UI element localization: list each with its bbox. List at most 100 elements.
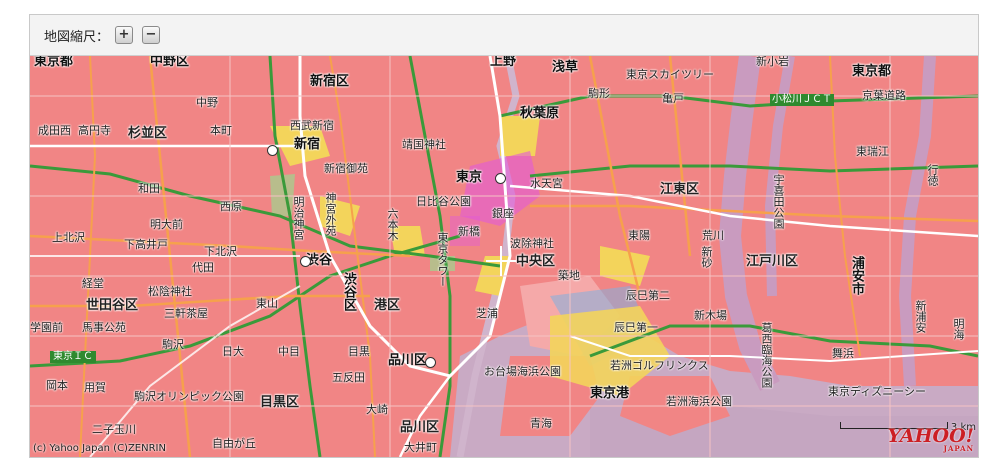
label-jiyugaoka: 自由が丘	[212, 437, 256, 450]
label-namiyoke: 波除神社	[510, 237, 554, 250]
zoom-label: 地図縮尺：	[44, 30, 110, 45]
station-pin-tokyo[interactable]	[495, 173, 506, 184]
label-tsukiji: 築地	[558, 269, 580, 282]
label-wakasu-park: 若洲海浜公園	[666, 395, 732, 408]
label-shoinjinja: 松陰神社	[148, 285, 192, 298]
label-baji-park: 馬事公苑	[82, 321, 126, 334]
label-chuo-ku: 中央区	[516, 254, 556, 269]
label-yoga: 用賀	[84, 381, 106, 394]
label-tokyo-port: 東京港	[590, 386, 630, 401]
label-gakuen: 学園前	[30, 321, 63, 334]
label-tatsumi1: 辰巳第一	[614, 321, 658, 334]
map-widget: 地図縮尺： + − 東京都 中野区 新宿区 中野 西武新宿 高円寺 本町 成田西…	[29, 14, 979, 458]
label-nishihara: 西原	[220, 200, 242, 213]
map-copyright: (c) Yahoo Japan (C)ZENRIN	[33, 443, 166, 454]
zoom-out-button[interactable]: −	[142, 26, 160, 44]
label-sangenjaya: 三軒茶屋	[164, 307, 208, 320]
label-daita: 代田	[192, 261, 214, 274]
label-keiyu: 経堂	[82, 277, 104, 290]
label-futako: 二子玉川	[92, 423, 136, 436]
label-odaiba: お台場海浜公園	[484, 365, 561, 378]
label-setagaya-ku: 世田谷区	[86, 298, 139, 313]
label-komatsugawa-jct: 小松川ＪＣＴ	[770, 94, 834, 106]
label-shin-urayasu: 新浦安	[914, 300, 927, 333]
label-shinbashi: 新橋	[458, 225, 480, 238]
label-meguro-ku: 目黒区	[260, 395, 300, 410]
yahoo-japan-logo[interactable]: YAHOO! JAPAN	[888, 427, 974, 453]
label-gotanda: 五反田	[332, 371, 365, 384]
zoom-in-button[interactable]: +	[115, 26, 133, 44]
label-komazawa: 駒沢	[162, 338, 184, 351]
label-meiji-jingu: 明治神宮	[292, 196, 305, 240]
label-arakawa: 荒川	[702, 229, 724, 242]
label-tokyo-tower: 東京タワー	[436, 232, 449, 287]
label-aomi: 青海	[530, 417, 552, 430]
label-suginami-ku: 杉並区	[128, 126, 168, 141]
label-suitengu: 水天宮	[530, 177, 563, 190]
label-meidaimae: 明大前	[150, 218, 183, 231]
label-tokyo-to-right: 東京都	[852, 64, 892, 79]
label-shinmiyamae: 宇喜田公園	[772, 174, 785, 229]
label-akihabara: 秋葉原	[520, 106, 560, 121]
label-omori: 大崎	[366, 403, 388, 416]
label-shinagawa: 品川区	[388, 353, 428, 368]
label-skytree: 東京スカイツリー	[626, 68, 714, 81]
label-shibuya-ku: 渋谷区	[341, 272, 356, 311]
label-oimachi: 大井町	[404, 441, 437, 454]
label-hibiya-koen: 日比谷公園	[416, 195, 471, 208]
label-tatsumi2: 辰巳第二	[626, 289, 670, 302]
label-shinjuku-gyoen: 新宿御苑	[324, 162, 368, 175]
label-shinagawa-ku: 品川区	[400, 420, 440, 435]
label-nakameguro: 中目	[278, 345, 300, 358]
label-kameido: 亀戸	[662, 92, 684, 105]
label-komagata: 駒形	[588, 87, 610, 100]
label-koenji: 高円寺	[78, 124, 111, 137]
label-kamikitazawa: 上北沢	[52, 231, 85, 244]
label-shibaura: 芝浦	[476, 307, 498, 320]
label-nishi-shinjuku: 西武新宿	[290, 119, 334, 132]
station-pin-shibuya[interactable]	[300, 256, 311, 267]
label-shinjuku-gaien: 神宮外苑	[324, 192, 337, 236]
label-yasukuni: 靖国神社	[402, 138, 446, 151]
label-roppongi: 六本木	[386, 208, 399, 241]
label-meguro: 目黒	[348, 345, 370, 358]
map-center-crosshair	[486, 246, 516, 276]
label-nakano: 中野	[196, 96, 218, 109]
map-canvas[interactable]: 東京都 中野区 新宿区 中野 西武新宿 高円寺 本町 成田西 杉並区 新宿 新宿…	[30, 56, 978, 457]
label-tokyo-ic: 東京ＩＣ	[50, 351, 96, 363]
label-shinkiba: 新木場	[694, 309, 727, 322]
label-akashi: 明海	[952, 318, 965, 340]
label-okamoto: 岡本	[46, 379, 68, 392]
label-tokyo-to-left: 東京都	[34, 56, 74, 69]
label-honmachi: 本町	[210, 124, 232, 137]
label-nakano-ku: 中野区	[150, 56, 190, 69]
label-ueno: 上野	[490, 56, 517, 69]
label-urayasu: 浦安市	[849, 256, 864, 295]
label-higashimizue: 東瑞江	[856, 145, 889, 158]
label-kasai-rinkai: 葛西臨海公園	[760, 322, 773, 388]
label-asakusa: 浅草	[552, 60, 579, 75]
label-edogawa-ku: 江戸川区	[746, 254, 799, 269]
label-shinjuku: 新宿	[294, 137, 321, 152]
label-shinsuna: 新砂	[700, 246, 713, 268]
label-maihama: 舞浜	[832, 347, 854, 360]
label-komazawa-olympic: 駒沢オリンピック公園	[134, 390, 244, 403]
label-nittai: 日大	[222, 345, 244, 358]
label-wada: 和田	[138, 182, 160, 195]
label-keiyo-road: 京葉道路	[862, 89, 906, 102]
label-wakasu-golf: 若洲ゴルフリンクス	[610, 359, 709, 372]
label-seiseki: 成田西	[38, 124, 71, 137]
label-gyotoku: 行徳	[926, 164, 939, 186]
station-pin-shinjuku[interactable]	[267, 145, 278, 156]
label-ginza: 銀座	[492, 207, 514, 220]
station-pin-shinagawa[interactable]	[425, 357, 436, 368]
label-minato-ku: 港区	[374, 298, 401, 313]
label-higashiyama: 東山	[256, 297, 278, 310]
label-tokyo-eki: 東京	[456, 170, 483, 185]
label-shimokitazawa: 下北沢	[204, 245, 237, 258]
label-koto-ku: 江東区	[660, 182, 700, 197]
label-disney: 東京ディズニーシー	[828, 385, 927, 398]
label-toyo: 東陽	[628, 229, 650, 242]
label-shinjuku-ku: 新宿区	[310, 74, 350, 89]
label-shimotakaido: 下高井戸	[124, 238, 168, 251]
